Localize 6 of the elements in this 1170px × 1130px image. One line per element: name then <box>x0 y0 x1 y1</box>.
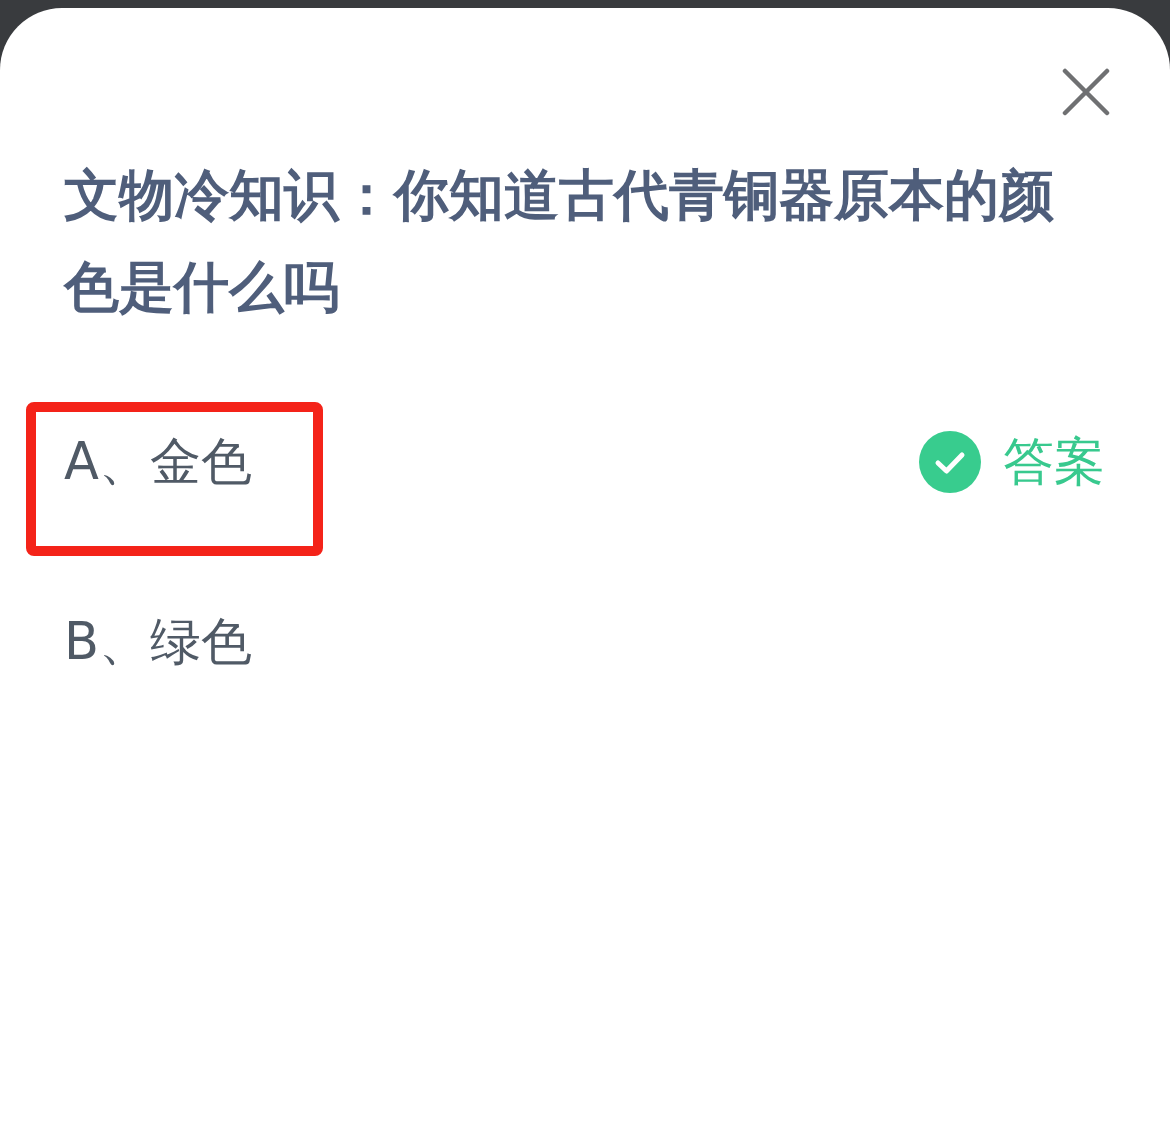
close-button[interactable] <box>1062 68 1110 116</box>
close-icon <box>1062 68 1110 116</box>
answer-label: 答案 <box>1003 432 1105 492</box>
option-label[interactable]: B、绿色 <box>64 612 252 672</box>
question-title: 文物冷知识：你知道古代青铜器原本的颜色是什么吗 <box>62 162 1055 321</box>
option-label[interactable]: A、金色 <box>64 432 252 492</box>
